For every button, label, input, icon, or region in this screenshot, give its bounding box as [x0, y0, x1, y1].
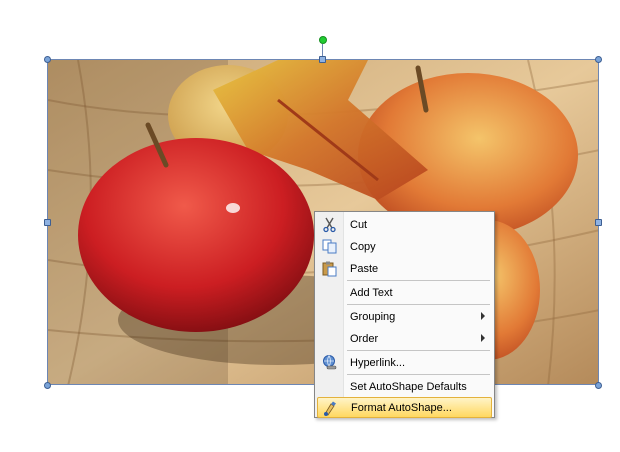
menu-separator: [347, 304, 490, 305]
resize-handle-left[interactable]: [44, 219, 51, 226]
rotation-handle[interactable]: [319, 36, 327, 44]
menu-item-paste[interactable]: Paste: [317, 258, 492, 279]
resize-handle-top[interactable]: [319, 56, 326, 63]
resize-handle-bottom-left[interactable]: [44, 382, 51, 389]
resize-handle-top-right[interactable]: [595, 56, 602, 63]
paste-icon: [321, 260, 338, 277]
menu-item-cut-label: Cut: [350, 218, 368, 231]
menu-item-grouping[interactable]: Grouping: [317, 306, 492, 327]
hyperlink-icon: [321, 354, 338, 371]
menu-item-hyperlink[interactable]: Hyperlink...: [317, 352, 492, 373]
menu-item-cut[interactable]: Cut: [317, 214, 492, 235]
menu-item-grouping-label: Grouping: [350, 310, 396, 323]
menu-item-hyperlink-label: Hyperlink...: [350, 356, 406, 369]
menu-item-copy-label: Copy: [350, 240, 376, 253]
menu-item-add-text-label: Add Text: [350, 286, 393, 299]
menu-item-order-label: Order: [350, 332, 379, 345]
menu-item-set-autoshape-defaults-label: Set AutoShape Defaults: [350, 380, 467, 393]
context-menu: Cut Copy Paste Add Text Grouping Order H…: [314, 211, 495, 418]
format-autoshape-icon: [322, 400, 339, 417]
resize-handle-bottom-right[interactable]: [595, 382, 602, 389]
menu-separator: [347, 280, 490, 281]
copy-icon: [321, 238, 338, 255]
menu-item-format-autoshape-label: Format AutoShape...: [351, 401, 452, 414]
menu-item-add-text[interactable]: Add Text: [317, 282, 492, 303]
menu-item-format-autoshape[interactable]: Format AutoShape...: [317, 397, 492, 418]
resize-handle-top-left[interactable]: [44, 56, 51, 63]
menu-item-copy[interactable]: Copy: [317, 236, 492, 257]
menu-item-order[interactable]: Order: [317, 328, 492, 349]
menu-item-set-autoshape-defaults[interactable]: Set AutoShape Defaults: [317, 376, 492, 397]
menu-separator: [347, 350, 490, 351]
scissors-icon: [321, 216, 338, 233]
submenu-arrow-icon: [481, 312, 485, 320]
menu-item-paste-label: Paste: [350, 262, 379, 275]
resize-handle-right[interactable]: [595, 219, 602, 226]
menu-separator: [347, 374, 490, 375]
submenu-arrow-icon: [481, 334, 485, 342]
